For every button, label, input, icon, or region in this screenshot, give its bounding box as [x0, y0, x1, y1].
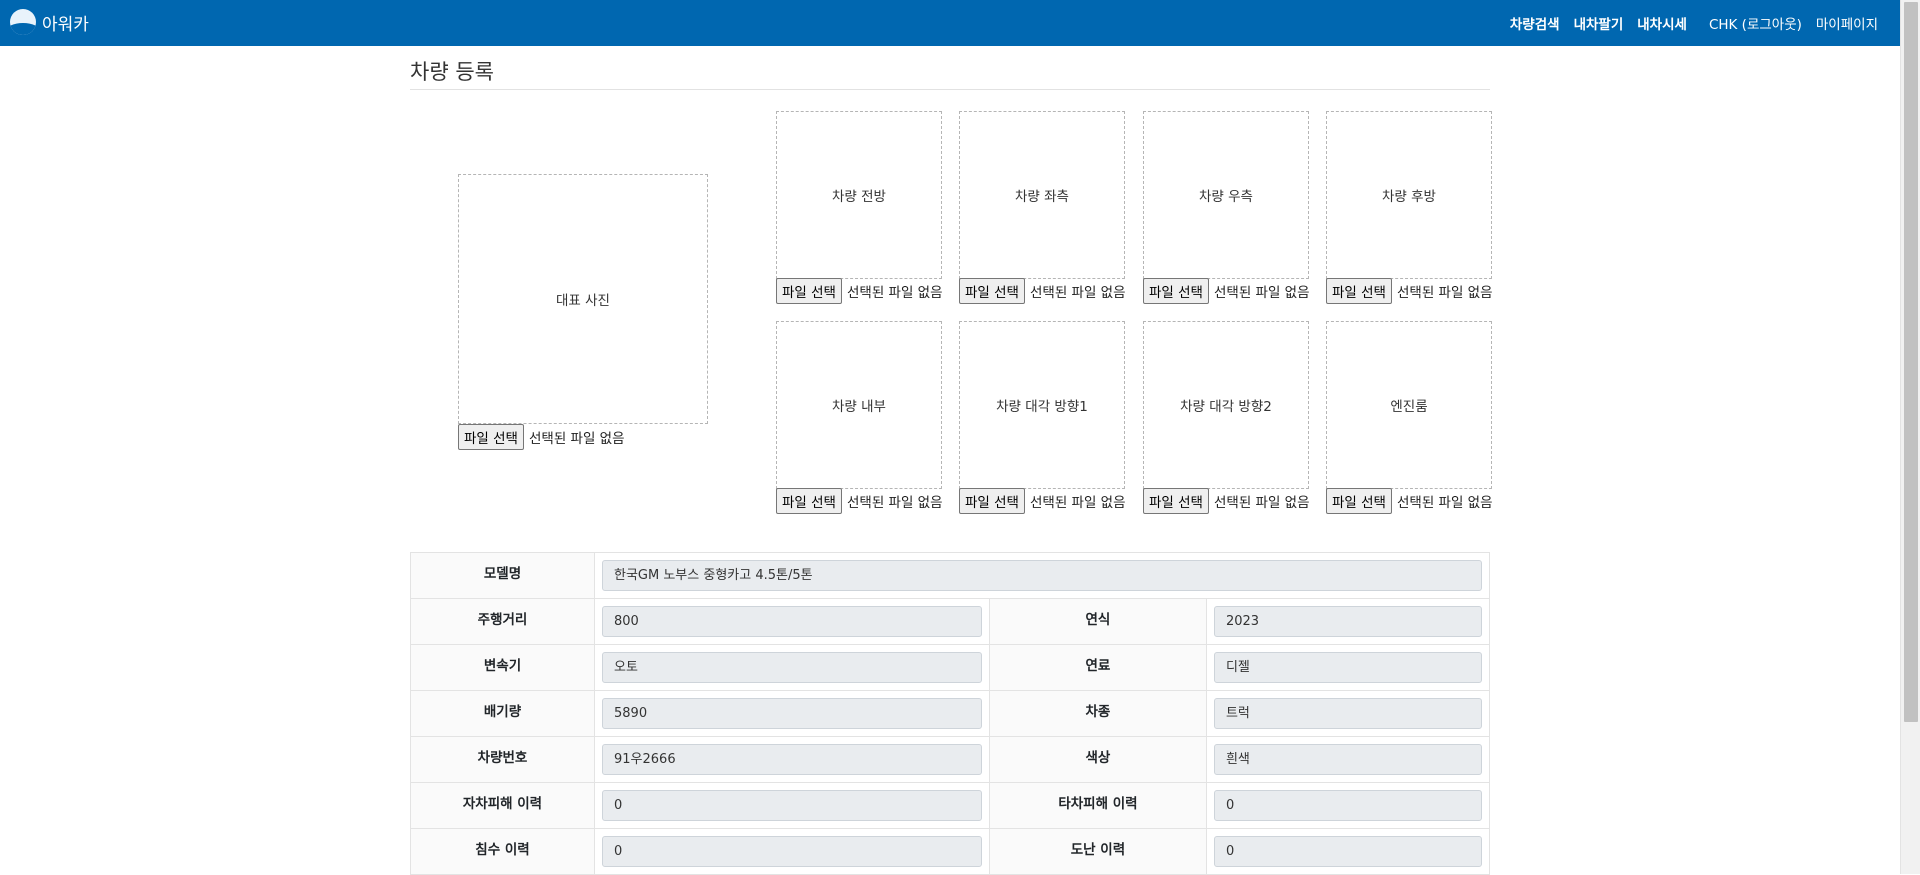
photo-slot-label: 엔진룸 [1390, 399, 1428, 415]
fuel-label: 연료 [988, 644, 1207, 691]
vehicle-type-field[interactable]: 트럭 [1213, 698, 1482, 729]
file-input-rear[interactable]: 파일 선택 선택된 파일 없음 [1326, 278, 1493, 304]
own-damage-label: 자차피해 이력 [410, 782, 595, 829]
file-select-button[interactable]: 파일 선택 [1326, 278, 1392, 304]
model-label: 모델명 [410, 552, 595, 599]
top-navbar: 아워카 차량검색 내차팔기 내차시세 CHK (로그아웃) 마이페이지 [0, 0, 1900, 46]
file-status: 선택된 파일 없음 [1029, 495, 1126, 511]
file-input-diagonal-1[interactable]: 파일 선택 선택된 파일 없음 [959, 488, 1126, 514]
file-select-button[interactable]: 파일 선택 [1326, 488, 1392, 514]
year-label: 연식 [988, 598, 1207, 645]
file-status: 선택된 파일 없음 [846, 285, 943, 301]
vehicle-details-table: 모델명 한국GM 노부스 중형카고 4.5톤/5톤 주행거리 800 연식 20… [410, 552, 1491, 875]
color-field[interactable]: 흰색 [1213, 744, 1482, 775]
photo-slot-main[interactable]: 대표 사진 [458, 174, 708, 424]
file-input-front[interactable]: 파일 선택 선택된 파일 없음 [776, 278, 943, 304]
other-damage-label: 타차피해 이력 [988, 782, 1207, 829]
nav-link-sell[interactable]: 내차팔기 [1574, 13, 1624, 33]
photo-slot-interior[interactable]: 차량 내부 [776, 321, 942, 489]
photo-slot-front[interactable]: 차량 전방 [776, 111, 942, 279]
photo-slot-label: 차량 대각 방향1 [996, 399, 1088, 415]
file-select-button[interactable]: 파일 선택 [959, 488, 1025, 514]
plate-number-field[interactable]: 91우2666 [602, 744, 982, 775]
file-input-engine-room[interactable]: 파일 선택 선택된 파일 없음 [1326, 488, 1493, 514]
file-input-left[interactable]: 파일 선택 선택된 파일 없음 [959, 278, 1126, 304]
photo-slot-right[interactable]: 차량 우측 [1143, 111, 1309, 279]
photo-slot-diagonal-1[interactable]: 차량 대각 방향1 [959, 321, 1125, 489]
photo-slot-label: 차량 대각 방향2 [1180, 399, 1272, 415]
file-input-main[interactable]: 파일 선택 선택된 파일 없음 [458, 424, 625, 450]
file-select-button[interactable]: 파일 선택 [458, 424, 524, 450]
model-field[interactable]: 한국GM 노부스 중형카고 4.5톤/5톤 [602, 560, 1482, 591]
nav-link-price[interactable]: 내차시세 [1637, 13, 1687, 33]
color-label: 색상 [988, 736, 1207, 783]
displacement-field[interactable]: 5890 [602, 698, 982, 729]
brand-name: 아워카 [42, 14, 89, 35]
photo-slot-left[interactable]: 차량 좌측 [959, 111, 1125, 279]
own-damage-field[interactable]: 0 [602, 790, 982, 821]
file-status: 선택된 파일 없음 [846, 495, 943, 511]
file-select-button[interactable]: 파일 선택 [776, 488, 842, 514]
photo-slot-engine-room[interactable]: 엔진룸 [1326, 321, 1492, 489]
brand[interactable]: 아워카 [10, 9, 89, 35]
flood-history-field[interactable]: 0 [602, 836, 982, 867]
file-status: 선택된 파일 없음 [1396, 285, 1493, 301]
table-row: 차량번호 91우2666 색상 흰색 [410, 736, 1491, 783]
nav-links: 차량검색 내차팔기 내차시세 CHK (로그아웃) 마이페이지 [1496, 0, 1878, 46]
fuel-field[interactable]: 디젤 [1213, 652, 1482, 683]
plate-number-label: 차량번호 [410, 736, 595, 783]
file-input-diagonal-2[interactable]: 파일 선택 선택된 파일 없음 [1143, 488, 1310, 514]
displacement-label: 배기량 [410, 690, 595, 737]
file-input-right[interactable]: 파일 선택 선택된 파일 없음 [1143, 278, 1310, 304]
table-row: 침수 이력 0 도난 이력 0 [410, 828, 1491, 875]
vehicle-type-label: 차종 [988, 690, 1207, 737]
year-field[interactable]: 2023 [1213, 606, 1482, 637]
table-row: 배기량 5890 차종 트럭 [410, 690, 1491, 737]
file-status: 선택된 파일 없음 [1396, 495, 1493, 511]
photo-slot-label: 차량 내부 [832, 399, 886, 415]
theft-history-label: 도난 이력 [988, 828, 1207, 875]
page-title: 차량 등록 [410, 60, 494, 84]
title-divider [410, 89, 1490, 90]
photo-slot-diagonal-2[interactable]: 차량 대각 방향2 [1143, 321, 1309, 489]
file-status: 선택된 파일 없음 [1029, 285, 1126, 301]
flood-history-label: 침수 이력 [410, 828, 595, 875]
nav-user-logout[interactable]: CHK (로그아웃) [1709, 13, 1802, 33]
file-status: 선택된 파일 없음 [1213, 495, 1310, 511]
photo-slot-rear[interactable]: 차량 후방 [1326, 111, 1492, 279]
scrollbar-thumb[interactable] [1904, 2, 1918, 722]
logo-icon [10, 9, 36, 35]
transmission-field[interactable]: 오토 [602, 652, 982, 683]
mileage-label: 주행거리 [410, 598, 595, 645]
photo-slot-label: 차량 후방 [1382, 189, 1436, 205]
file-select-button[interactable]: 파일 선택 [1143, 488, 1209, 514]
transmission-label: 변속기 [410, 644, 595, 691]
file-select-button[interactable]: 파일 선택 [1143, 278, 1209, 304]
nav-mypage[interactable]: 마이페이지 [1816, 13, 1878, 33]
theft-history-field[interactable]: 0 [1213, 836, 1482, 867]
table-row: 주행거리 800 연식 2023 [410, 598, 1491, 645]
photo-slot-label: 대표 사진 [556, 293, 610, 309]
table-row: 자차피해 이력 0 타차피해 이력 0 [410, 782, 1491, 829]
mileage-field[interactable]: 800 [602, 606, 982, 637]
photo-slot-label: 차량 우측 [1199, 189, 1253, 205]
file-status: 선택된 파일 없음 [528, 431, 625, 447]
nav-link-search[interactable]: 차량검색 [1510, 13, 1560, 33]
table-row: 모델명 한국GM 노부스 중형카고 4.5톤/5톤 [410, 552, 1490, 599]
file-input-interior[interactable]: 파일 선택 선택된 파일 없음 [776, 488, 943, 514]
photo-slot-label: 차량 전방 [832, 189, 886, 205]
file-select-button[interactable]: 파일 선택 [959, 278, 1025, 304]
file-status: 선택된 파일 없음 [1213, 285, 1310, 301]
file-select-button[interactable]: 파일 선택 [776, 278, 842, 304]
table-row: 변속기 오토 연료 디젤 [410, 644, 1491, 691]
scrollbar[interactable] [1900, 0, 1920, 874]
photo-slot-label: 차량 좌측 [1015, 189, 1069, 205]
other-damage-field[interactable]: 0 [1213, 790, 1482, 821]
